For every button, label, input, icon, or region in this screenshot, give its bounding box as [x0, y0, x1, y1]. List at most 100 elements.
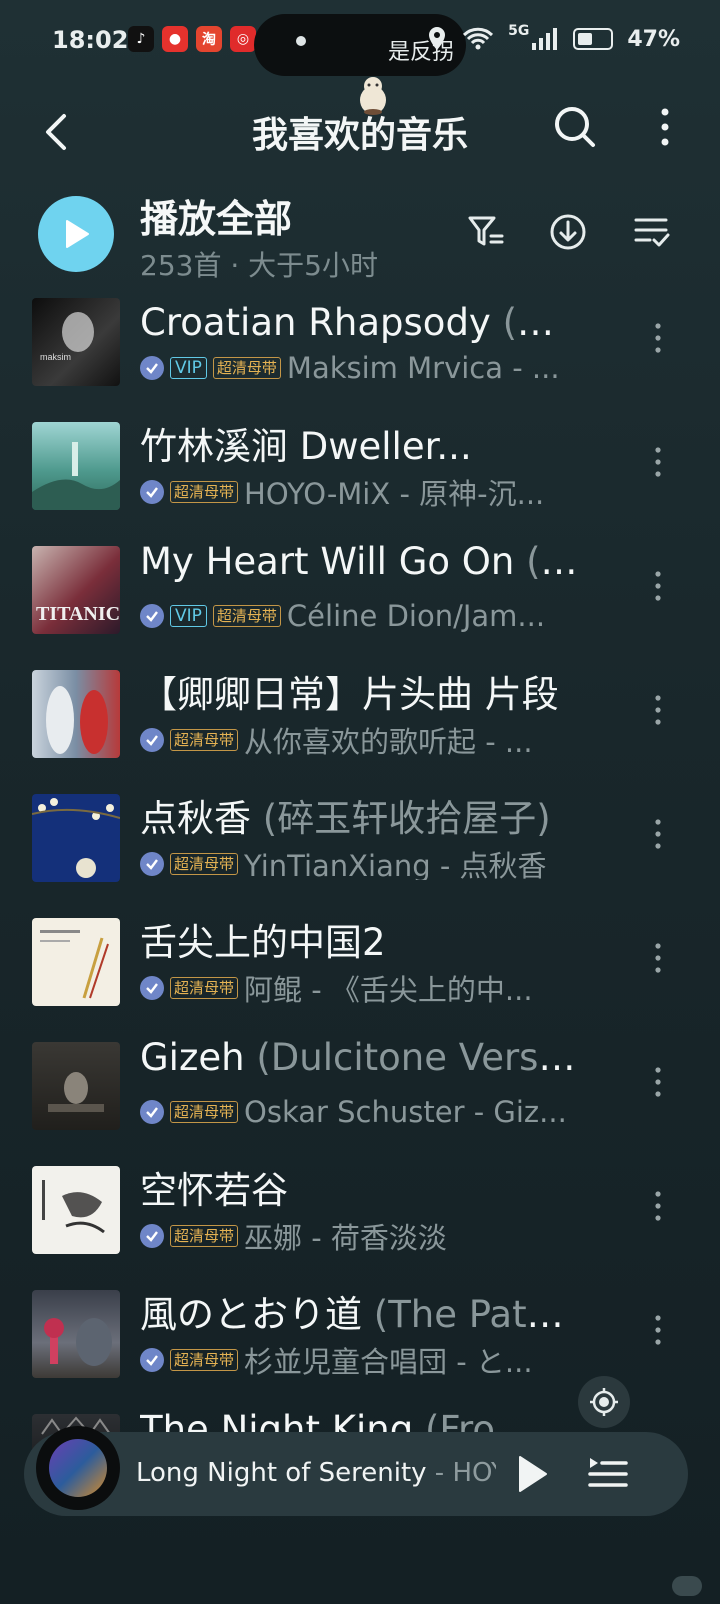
song-more-button[interactable] [650, 444, 666, 480]
status-right: 5G 47% [426, 23, 680, 52]
song-more-button[interactable] [650, 1312, 666, 1348]
mini-player-cover[interactable] [36, 1426, 120, 1510]
song-artist: YinTianXiang - 点秋香 [244, 849, 547, 880]
target-icon [590, 1388, 618, 1416]
album-cover: maksim [32, 298, 120, 386]
app-red2-icon: ◎ [230, 26, 256, 52]
taobao-icon: 淘 [196, 26, 222, 52]
song-row[interactable]: maksim Croatian Rhapsody (克... VIP 超清母带 … [0, 292, 720, 416]
album-cover [32, 1290, 120, 1378]
play-icon [519, 1456, 547, 1492]
filter-button[interactable] [466, 212, 506, 252]
song-meta: 超清母带 巫娜 - 荷香淡淡 [140, 1220, 580, 1252]
song-row[interactable]: 【卿卿日常】片头曲 片段 超清母带 从你喜欢的歌听起 - ... [0, 664, 720, 788]
song-more-button[interactable] [650, 1188, 666, 1224]
svg-text:maksim: maksim [40, 352, 71, 362]
quality-badge: 超清母带 [170, 1349, 239, 1371]
song-title: 空怀若谷 [140, 1169, 288, 1212]
song-title: 風のとおり道 (The Path... [140, 1293, 580, 1336]
more-options-button[interactable] [650, 102, 680, 152]
song-artist: Maksim Mrvica - ... [286, 352, 560, 384]
song-meta: 超清母带 Oskar Schuster - Giz... [140, 1096, 580, 1128]
song-row[interactable]: 空怀若谷 超清母带 巫娜 - 荷香淡淡 [0, 1160, 720, 1284]
song-more-button[interactable] [650, 940, 666, 976]
dot-indicator [296, 36, 306, 46]
song-count: 253首 · 大于5小时 [140, 249, 378, 282]
more-vertical-icon [655, 1067, 661, 1097]
song-meta: 超清母带 杉並児童合唱団 - と... [140, 1344, 580, 1376]
tiktok-icon: ♪ [128, 26, 154, 52]
battery-icon [573, 28, 614, 50]
song-artist: Céline Dion/Jam... [286, 600, 546, 632]
locate-current-song-button[interactable] [578, 1376, 630, 1428]
favorite-check-icon [140, 1224, 164, 1248]
album-cover: TITANIC [32, 546, 120, 634]
song-artist: 阿鲲 - 《舌尖上的中... [244, 973, 533, 1004]
more-vertical-icon [655, 323, 661, 353]
play-all-button[interactable] [38, 196, 114, 272]
song-artist: Oskar Schuster - Giz... [244, 1096, 567, 1128]
song-meta: 超清母带 HOYO-MiX - 原神-沉... [140, 476, 580, 508]
more-vertical-icon [655, 695, 661, 725]
more-vertical-icon [655, 819, 661, 849]
song-more-button[interactable] [650, 692, 666, 728]
song-list: maksim Croatian Rhapsody (克... VIP 超清母带 … [0, 292, 720, 1532]
song-row[interactable]: 舌尖上的中国2 超清母带 阿鲲 - 《舌尖上的中... [0, 912, 720, 1036]
watermark-badge [672, 1576, 702, 1596]
playlist-icon [588, 1458, 628, 1487]
app-red-icon: ● [162, 26, 188, 52]
album-cover [32, 670, 120, 758]
play-icon [66, 220, 89, 248]
battery-percent: 47% [627, 26, 680, 52]
quality-badge: 超清母带 [170, 1101, 239, 1123]
song-artist: HOYO-MiX - 原神-沉... [244, 477, 545, 508]
quality-badge: 超清母带 [170, 1225, 239, 1247]
playlist-button[interactable] [586, 1452, 630, 1492]
album-cover [32, 918, 120, 1006]
more-vertical-icon [655, 571, 661, 601]
song-artist: 杉並児童合唱団 - と... [244, 1345, 533, 1376]
song-meta: VIP 超清母带 Maksim Mrvica - ... [140, 352, 580, 384]
favorite-check-icon [140, 728, 164, 752]
now-playing-text[interactable]: Long Night of Serenity - HOYO [136, 1458, 496, 1488]
song-meta: 超清母带 阿鲲 - 《舌尖上的中... [140, 972, 580, 1004]
album-cover [32, 1166, 120, 1254]
song-row[interactable]: TITANIC My Heart Will Go On (Lov... VIP … [0, 540, 720, 664]
checklist-icon [634, 218, 670, 247]
more-vertical-icon [661, 108, 669, 146]
play-all-row: 播放全部 253首 · 大于5小时 [0, 186, 720, 286]
favorite-check-icon [140, 356, 164, 380]
signal-icon [532, 28, 558, 50]
song-meta: 超清母带 从你喜欢的歌听起 - ... [140, 724, 580, 756]
album-cover [32, 1042, 120, 1130]
song-title: Croatian Rhapsody (克... [140, 301, 580, 344]
mini-play-button[interactable] [512, 1452, 552, 1496]
song-row[interactable]: Gizeh (Dulcitone Version) 超清母带 Oskar Sch… [0, 1036, 720, 1160]
status-time: 18:02 [52, 26, 129, 54]
song-more-button[interactable] [650, 816, 666, 852]
song-more-button[interactable] [650, 1064, 666, 1100]
song-meta: VIP 超清母带 Céline Dion/Jam... [140, 600, 580, 632]
status-bar: 18:02 ♪ ● 淘 ◎ 贴 是反拐 5G 47% [0, 0, 720, 84]
favorite-check-icon [140, 1348, 164, 1372]
search-button[interactable] [550, 102, 600, 152]
download-button[interactable] [548, 212, 588, 252]
download-icon [550, 214, 586, 250]
more-vertical-icon [655, 943, 661, 973]
song-more-button[interactable] [650, 568, 666, 604]
mascot-sticker-icon[interactable] [356, 76, 390, 116]
favorite-check-icon [140, 852, 164, 876]
song-more-button[interactable] [650, 320, 666, 356]
song-title: 【卿卿日常】片头曲 片段 [140, 673, 559, 716]
favorite-check-icon [140, 604, 164, 628]
song-meta: 超清母带 YinTianXiang - 点秋香 [140, 848, 580, 880]
quality-badge: 超清母带 [170, 729, 239, 751]
favorite-check-icon [140, 1100, 164, 1124]
multi-select-button[interactable] [632, 212, 672, 252]
song-row[interactable]: 点秋香 (碎玉轩收拾屋子) 超清母带 YinTianXiang - 点秋香 [0, 788, 720, 912]
song-row[interactable]: 竹林溪涧 Dweller... 超清母带 HOYO-MiX - 原神-沉... [0, 416, 720, 540]
location-icon [429, 27, 446, 50]
quality-badge: 超清母带 [212, 605, 281, 627]
play-all-label[interactable]: 播放全部 [140, 188, 292, 243]
network-type: 5G [508, 23, 530, 39]
